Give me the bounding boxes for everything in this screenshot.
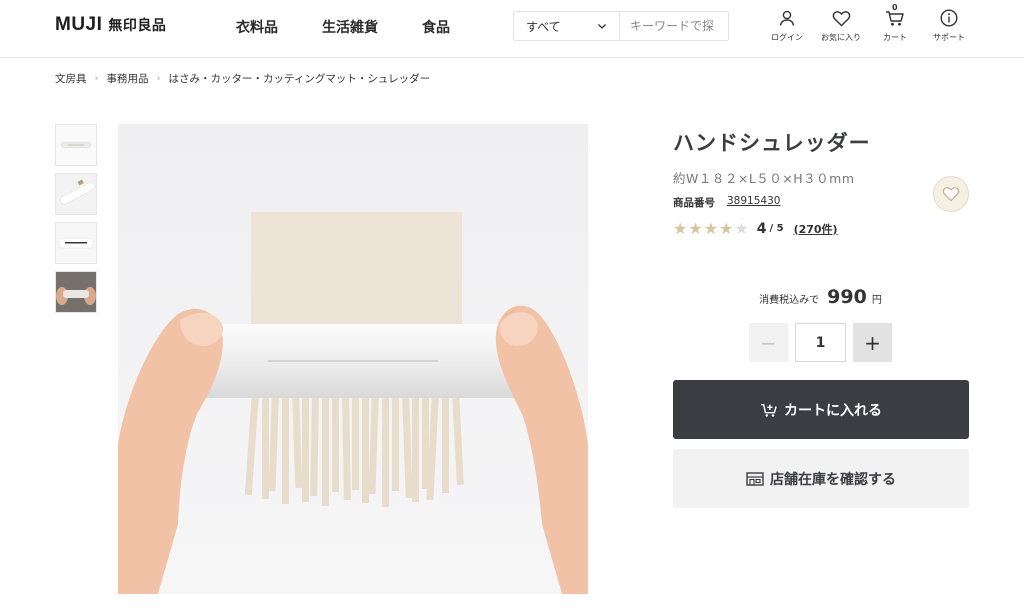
add-to-cart-button[interactable]: カートに入れる bbox=[673, 380, 969, 439]
login-label: ログイン bbox=[771, 33, 803, 42]
site-header: MUJI 無印良品 衣料品 生活雑貨 食品 すべて ログイン お気に入り 0 bbox=[0, 0, 1024, 58]
search-category-select[interactable]: すべて bbox=[514, 12, 620, 40]
header-icons: ログイン お気に入り 0 カート サポート bbox=[760, 3, 976, 43]
quantity-increase-button[interactable]: + bbox=[853, 323, 892, 362]
star-empty-icon: ★ bbox=[734, 219, 749, 238]
product-main-image bbox=[118, 124, 588, 594]
price-label: 消費税込みで bbox=[759, 295, 820, 306]
product-code-row: 商品番号 38915430 bbox=[673, 195, 780, 210]
logo-text-jp: 無印良品 bbox=[108, 18, 167, 34]
check-store-stock-button[interactable]: 店舗在庫を確認する bbox=[673, 449, 969, 508]
rating-row: ★ ★ ★ ★ ★ 4 / 5 (270件) bbox=[673, 219, 838, 238]
favorite-button[interactable] bbox=[933, 176, 969, 212]
cart-button[interactable]: 0 カート bbox=[868, 3, 922, 43]
price-value: 990 bbox=[827, 286, 867, 308]
search-bar: すべて bbox=[513, 11, 729, 41]
thumbnail-2[interactable] bbox=[55, 173, 97, 215]
product-title: ハンドシュレッダー bbox=[673, 131, 871, 155]
star-filled-icon: ★ bbox=[719, 219, 734, 238]
add-to-cart-label: カートに入れる bbox=[784, 402, 882, 419]
user-icon bbox=[777, 8, 797, 28]
breadcrumb-scissors-cutters[interactable]: はさみ・カッター・カッティングマット・シュレッダー bbox=[169, 71, 431, 86]
support-button[interactable]: サポート bbox=[922, 8, 976, 43]
product-code-label: 商品番号 bbox=[673, 197, 715, 209]
chevron-down-icon bbox=[598, 24, 606, 29]
rating-max: / 5 bbox=[769, 223, 784, 234]
favorites-label: お気に入り bbox=[821, 33, 861, 42]
breadcrumb: 文房具 › 事務用品 › はさみ・カッター・カッティングマット・シュレッダー bbox=[55, 71, 430, 86]
product-size: 約W１８２×L５０×H３０mm bbox=[673, 171, 855, 186]
favorites-button[interactable]: お気に入り bbox=[814, 8, 868, 43]
nav-clothing[interactable]: 衣料品 bbox=[236, 17, 278, 37]
check-store-stock-label: 店舗在庫を確認する bbox=[770, 471, 896, 488]
thumbnail-3[interactable] bbox=[55, 222, 97, 264]
heart-icon bbox=[831, 8, 851, 28]
support-label: サポート bbox=[933, 33, 965, 42]
product-code[interactable]: 38915430 bbox=[727, 195, 780, 210]
rating-score: 4 bbox=[756, 220, 767, 237]
quantity-input[interactable] bbox=[795, 323, 846, 362]
thumbnail-list bbox=[55, 124, 97, 320]
search-input[interactable] bbox=[620, 12, 728, 40]
heart-icon bbox=[942, 187, 960, 202]
search-category-label: すべて bbox=[526, 19, 561, 34]
breadcrumb-office-supplies[interactable]: 事務用品 bbox=[107, 71, 149, 86]
cart-count-badge: 0 bbox=[892, 3, 898, 12]
main-nav: 衣料品 生活雑貨 食品 bbox=[236, 17, 450, 37]
chevron-right-icon: › bbox=[94, 73, 99, 84]
breadcrumb-stationery[interactable]: 文房具 bbox=[55, 71, 87, 86]
muji-logo[interactable]: MUJI 無印良品 bbox=[55, 14, 166, 36]
review-count-link[interactable]: (270件) bbox=[794, 221, 838, 237]
star-filled-icon: ★ bbox=[688, 219, 703, 238]
quantity-stepper: − + bbox=[749, 323, 892, 362]
logo-text-en: MUJI bbox=[55, 14, 103, 35]
cart-label: カート bbox=[883, 33, 907, 42]
store-icon bbox=[746, 471, 764, 486]
cart-icon: 0 bbox=[885, 3, 905, 28]
thumbnail-4[interactable] bbox=[55, 271, 97, 313]
price-row: 消費税込みで 990 円 bbox=[673, 286, 968, 308]
thumbnail-1[interactable] bbox=[55, 124, 97, 166]
star-filled-icon: ★ bbox=[703, 219, 719, 238]
quantity-decrease-button[interactable]: − bbox=[749, 323, 788, 362]
rating-stars: ★ ★ ★ ★ ★ bbox=[673, 219, 749, 238]
cart-plus-icon bbox=[761, 403, 777, 417]
info-icon bbox=[939, 8, 959, 28]
chevron-right-icon: › bbox=[156, 73, 161, 84]
nav-household[interactable]: 生活雑貨 bbox=[322, 17, 378, 37]
price-currency: 円 bbox=[871, 295, 882, 306]
nav-food[interactable]: 食品 bbox=[422, 17, 450, 37]
star-filled-icon: ★ bbox=[673, 219, 688, 238]
login-button[interactable]: ログイン bbox=[760, 8, 814, 43]
